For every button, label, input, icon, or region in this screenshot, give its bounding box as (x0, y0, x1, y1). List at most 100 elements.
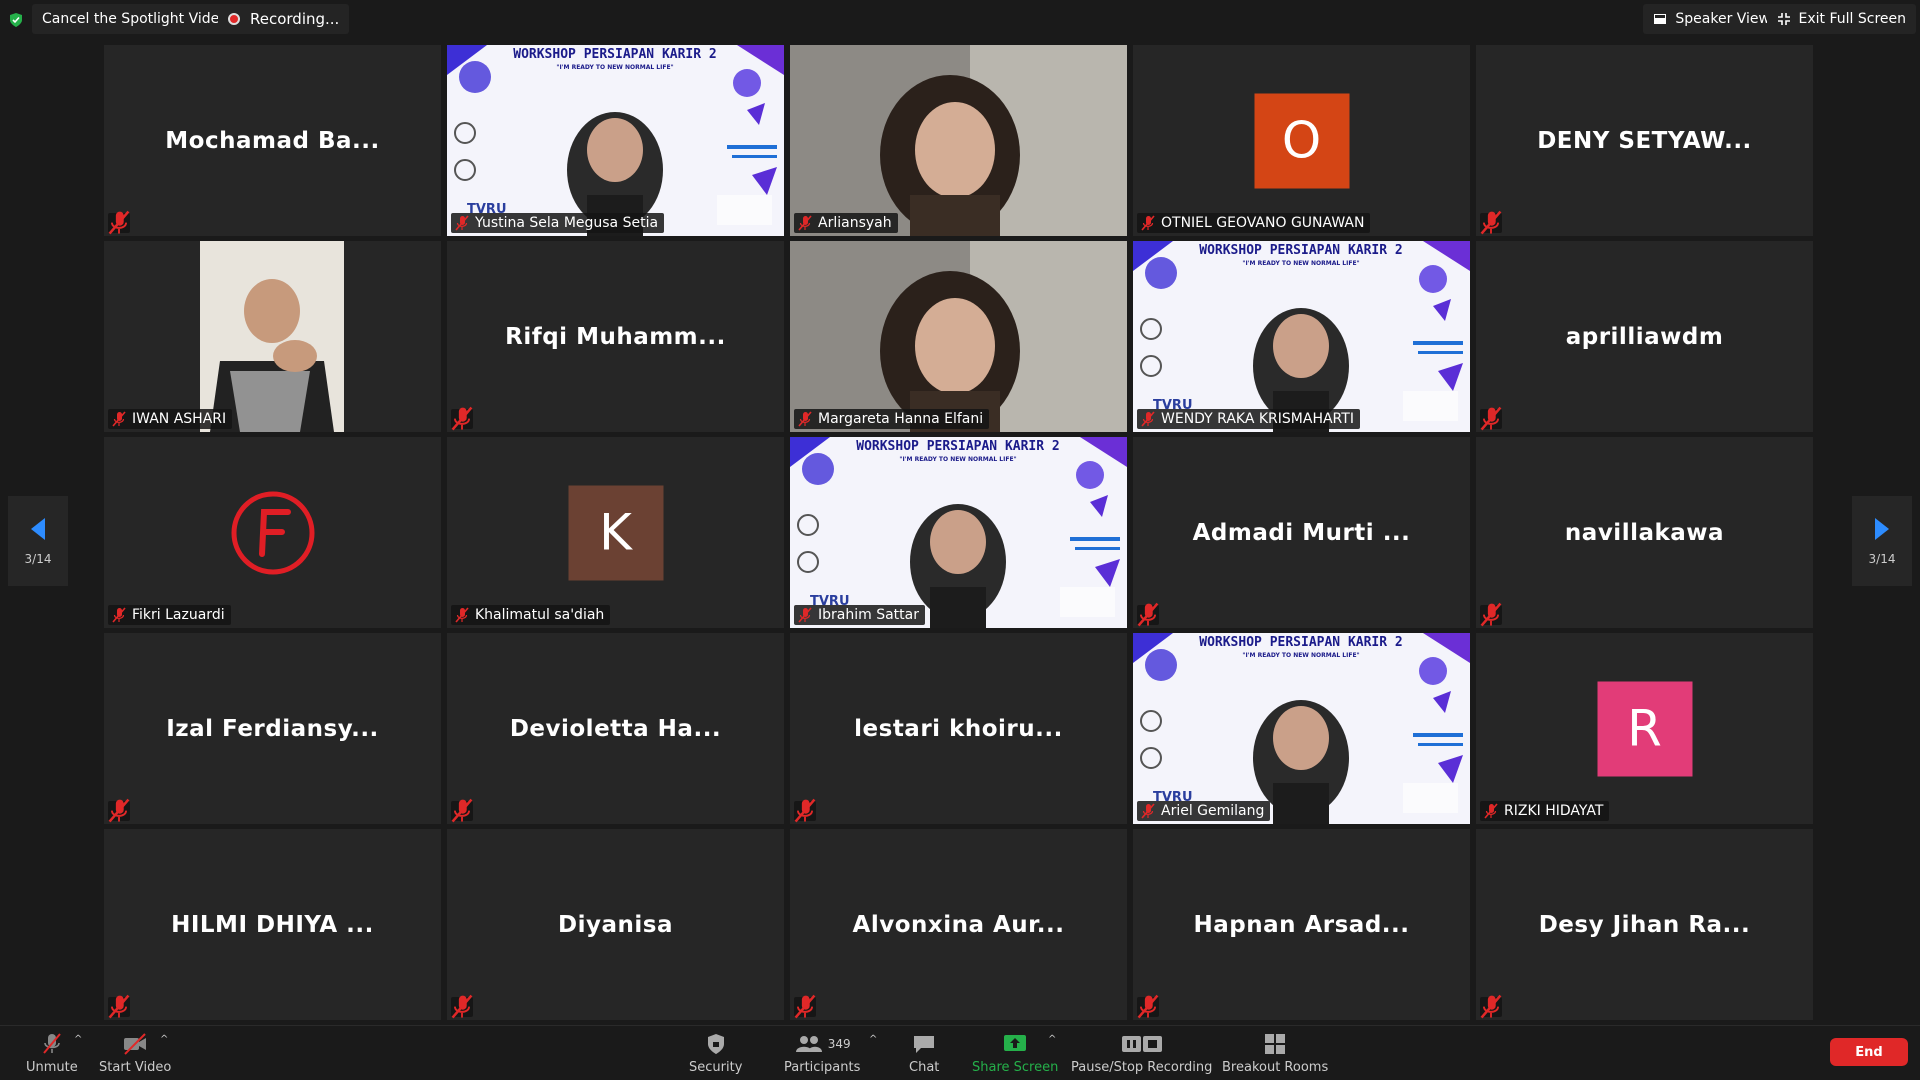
participant-tile[interactable]: Margareta Hanna Elfani (790, 241, 1127, 432)
speaker-view-button[interactable]: Speaker View (1643, 4, 1780, 34)
participants-caret-icon[interactable]: ^ (869, 1034, 877, 1045)
workshop-subtitle: "I'M READY TO NEW NORMAL LIFE" (1242, 260, 1359, 267)
pause-stop-recording-label: Pause/Stop Recording (1071, 1060, 1213, 1075)
start-video-label: Start Video (99, 1060, 172, 1075)
microphone-muted-icon (1141, 215, 1155, 231)
recording-indicator[interactable]: Recording... (218, 4, 350, 34)
microphone-muted-icon (1480, 603, 1502, 627)
avatar: R (1597, 681, 1692, 776)
participant-display-name: lestari khoiru... (854, 715, 1063, 742)
participant-display-name: Izal Ferdiansy... (166, 715, 379, 742)
workshop-title: WORKSHOP PERSIAPAN KARIR 2 (1199, 635, 1403, 650)
participant-tile[interactable]: Fikri Lazuardi (104, 437, 441, 628)
microphone-muted-icon (455, 215, 469, 231)
previous-page-button[interactable]: 3/14 (8, 496, 68, 586)
unmute-button[interactable]: Unmute (26, 1032, 78, 1075)
end-meeting-label: End (1855, 1044, 1883, 1060)
participant-tile[interactable]: lestari khoiru... (790, 633, 1127, 824)
participant-name-tag: IWAN ASHARI (108, 409, 233, 429)
breakout-rooms-button[interactable]: Breakout Rooms (1222, 1032, 1328, 1075)
participant-display-name: Admadi Murti ... (1192, 519, 1411, 546)
next-page-button[interactable]: 3/14 (1852, 496, 1912, 586)
audio-options-caret-icon[interactable]: ^ (74, 1034, 82, 1045)
participant-tile[interactable]: TVRU WORKSHOP PERSIAPAN KARIR 2 "I'M READY… (1133, 241, 1470, 432)
participant-name: RIZKI HIDAYAT (1504, 803, 1604, 819)
chat-icon (914, 1036, 935, 1053)
participant-tile[interactable]: HILMI DHIYA ... (104, 829, 441, 1020)
muted-indicator (451, 799, 473, 823)
chat-button[interactable]: Chat (909, 1032, 939, 1075)
microphone-muted-icon (112, 411, 126, 427)
participant-tile[interactable]: Mochamad Ba... (104, 45, 441, 236)
participant-tile[interactable]: aprilliawdm (1476, 241, 1813, 432)
share-screen-button[interactable]: Share Screen (972, 1032, 1058, 1075)
video-options-caret-icon[interactable]: ^ (160, 1034, 168, 1045)
workshop-title: WORKSHOP PERSIAPAN KARIR 2 (1199, 243, 1403, 258)
participant-tile[interactable]: Arliansyah (790, 45, 1127, 236)
participant-tile[interactable]: TVRU WORKSHOP PERSIAPAN KARIR 2 "I'M READY… (1133, 633, 1470, 824)
participant-name-tag: Yustina Sela Megusa Setia (451, 213, 665, 233)
participant-tile[interactable]: Admadi Murti ... (1133, 437, 1470, 628)
workshop-background-image: TVRUWORKSHOP PERSIAPAN KARIR 2"I'M READY… (1133, 241, 1470, 432)
participant-name: Ariel Gemilang (1161, 803, 1265, 819)
muted-indicator (108, 799, 130, 823)
participant-tile[interactable]: Rifqi Muhamm... (447, 241, 784, 432)
muted-indicator (1137, 995, 1159, 1019)
avatar-logo-icon (231, 491, 314, 574)
microphone-muted-icon (108, 995, 130, 1019)
microphone-muted-icon (108, 211, 130, 235)
recording-dot-icon (228, 13, 240, 25)
participant-name-tag: OTNIEL GEOVANO GUNAWAN (1137, 213, 1371, 233)
exit-full-screen-icon (1777, 13, 1790, 25)
participant-tile[interactable]: IWAN ASHARI (104, 241, 441, 432)
microphone-muted-icon (1141, 803, 1155, 819)
participant-display-name: DENY SETYAW... (1537, 127, 1752, 154)
exit-full-screen-button[interactable]: Exit Full Screen (1766, 4, 1916, 34)
participant-name: Arliansyah (818, 215, 892, 231)
participant-tile[interactable]: navillakawa (1476, 437, 1813, 628)
participant-tile[interactable]: O OTNIEL GEOVANO GUNAWAN (1133, 45, 1470, 236)
participant-tile[interactable]: TVRU WORKSHOP PERSIAPAN KARIR 2 "I'M READY… (790, 437, 1127, 628)
microphone-muted-icon (1137, 995, 1159, 1019)
cancel-spotlight-button[interactable]: Cancel the Spotlight Video (32, 4, 238, 34)
participant-display-name: Alvonxina Aur... (852, 911, 1065, 938)
participant-tile[interactable]: TVRU WORKSHOP PERSIAPAN KARIR 2 "I'M READY… (447, 45, 784, 236)
muted-indicator (794, 799, 816, 823)
participants-count: 349 (827, 1037, 851, 1051)
meeting-toolbar: Unmute ^ Start Video ^ Security 349 Part… (0, 1025, 1920, 1080)
participant-tile[interactable]: Izal Ferdiansy... (104, 633, 441, 824)
participant-tile[interactable]: R RIZKI HIDAYAT (1476, 633, 1813, 824)
participant-name: Fikri Lazuardi (132, 607, 225, 623)
workshop-subtitle: "I'M READY TO NEW NORMAL LIFE" (899, 456, 1016, 463)
microphone-muted-icon (1480, 995, 1502, 1019)
participants-button[interactable]: 349 Participants (784, 1032, 860, 1075)
end-meeting-button[interactable]: End (1830, 1038, 1908, 1066)
participant-tile[interactable]: Desy Jihan Ra... (1476, 829, 1813, 1020)
microphone-muted-icon (108, 799, 130, 823)
participant-tile[interactable]: Devioletta Ha... (447, 633, 784, 824)
participant-name: WENDY RAKA KRISMAHARTI (1161, 411, 1354, 427)
workshop-title: WORKSHOP PERSIAPAN KARIR 2 (513, 47, 717, 62)
muted-indicator (108, 995, 130, 1019)
participant-tile[interactable]: Hapnan Arsad... (1133, 829, 1470, 1020)
speaker-view-icon (1654, 14, 1667, 24)
participant-name-tag: Margareta Hanna Elfani (794, 409, 990, 429)
participant-name-tag: Fikri Lazuardi (108, 605, 231, 625)
pause-stop-recording-button[interactable]: Pause/Stop Recording (1071, 1032, 1212, 1075)
participant-name: Ibrahim Sattar (818, 607, 919, 623)
muted-indicator (1480, 211, 1502, 235)
participant-tile[interactable]: DENY SETYAW... (1476, 45, 1813, 236)
participant-tile[interactable]: Diyanisa (447, 829, 784, 1020)
microphone-muted-icon (451, 407, 473, 431)
security-button[interactable]: Security (689, 1032, 742, 1075)
participant-tile[interactable]: K Khalimatul sa'diah (447, 437, 784, 628)
muted-indicator (451, 995, 473, 1019)
participant-tile[interactable]: Alvonxina Aur... (790, 829, 1127, 1020)
microphone-muted-icon (1480, 211, 1502, 235)
participant-display-name: Hapnan Arsad... (1193, 911, 1410, 938)
avatar: O (1254, 93, 1349, 188)
video-camera-off-icon (124, 1033, 147, 1055)
unmute-label: Unmute (26, 1060, 78, 1075)
participant-display-name: Rifqi Muhamm... (505, 323, 726, 350)
share-options-caret-icon[interactable]: ^ (1048, 1034, 1056, 1045)
